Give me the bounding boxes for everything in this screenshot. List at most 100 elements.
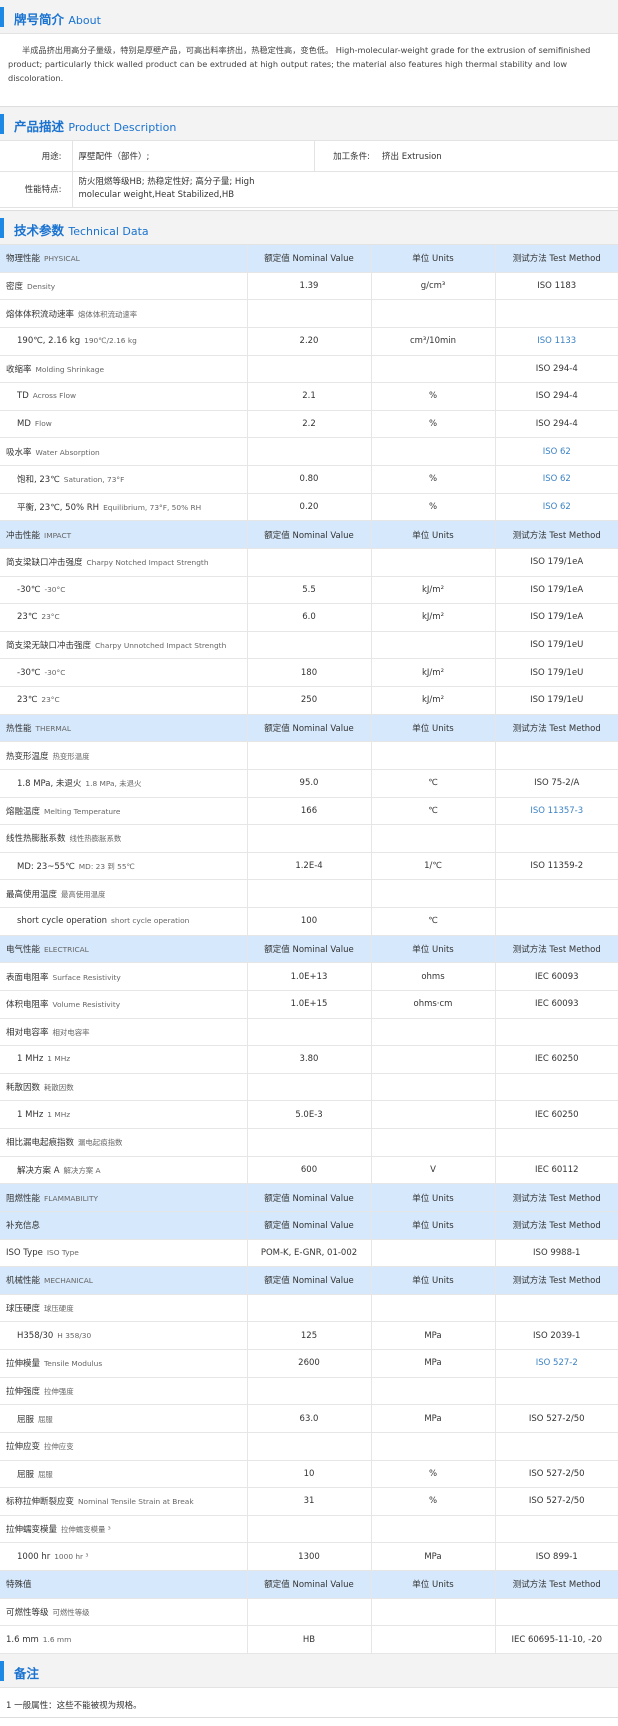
property-name: 吸水率 xyxy=(6,447,32,458)
test-method: IEC 60250 xyxy=(494,1045,618,1074)
nominal-value: 2.2 xyxy=(246,410,371,439)
unit-value: cm³/10min xyxy=(370,327,495,356)
property-name: 冲击性能 xyxy=(6,530,41,541)
test-method[interactable]: ISO 62 xyxy=(494,465,618,494)
test-method xyxy=(494,824,618,853)
test-method xyxy=(494,1128,618,1157)
test-method[interactable]: ISO 1133 xyxy=(494,327,618,356)
nominal-value: HB xyxy=(246,1625,371,1654)
property-name-cell: 1000 hr 1000 hr ³ xyxy=(0,1542,247,1571)
test-method: ISO 179/1eA xyxy=(494,548,618,577)
property-name: 表面电阻率 xyxy=(6,972,49,983)
property-name-en: Charpy Unnotched Impact Strength xyxy=(95,641,227,651)
property-name: 热性能 xyxy=(6,723,32,734)
property-row: TD Across Flow 2.1% ISO 294-4 xyxy=(0,382,618,411)
property-name-cell: 补充信息 xyxy=(0,1211,247,1240)
test-method: ISO 179/1eA xyxy=(494,603,618,632)
unit-value xyxy=(370,741,495,770)
category-header-row: 补充信息 额定值 Nominal Value 单位 Units 测试方法 Test M… xyxy=(0,1211,618,1240)
nominal-value xyxy=(246,1294,371,1323)
test-method: ISO 899-1 xyxy=(494,1542,618,1571)
test-method: 测试方法 Test Method xyxy=(494,714,618,743)
property-row: 表面电阻率 Surface Resistivity 1.0E+13 ohms IEC 6… xyxy=(0,962,618,991)
property-name: 拉伸模量 xyxy=(6,1359,41,1370)
nominal-value xyxy=(246,299,371,328)
nominal-value: 额定值 Nominal Value xyxy=(246,714,371,743)
test-method xyxy=(494,299,618,328)
test-method xyxy=(494,1515,618,1544)
nominal-value xyxy=(246,741,371,770)
property-row: 23℃ 23°C 250 kJ/m² ISO 179/1eU xyxy=(0,686,618,715)
description-table: 用途: 厚壁配件（部件）; 加工条件: 挤出 Extrusion 性能特点: 防… xyxy=(0,141,618,208)
nominal-value: 0.20 xyxy=(246,493,371,522)
test-method: ISO 527-2/50 xyxy=(494,1487,618,1516)
unit-value: MPa xyxy=(370,1321,495,1350)
unit-value xyxy=(370,1073,495,1102)
property-name-en: Nominal Tensile Strain at Break xyxy=(78,1497,194,1507)
test-method xyxy=(494,1073,618,1102)
property-name: 1 MHz xyxy=(17,1054,44,1065)
test-method xyxy=(494,907,618,936)
property-row: 简支梁缺口冲击强度 Charpy Notched Impact Strength I… xyxy=(0,548,618,577)
property-name-cell: 熔融温度 Melting Temperature xyxy=(0,797,247,826)
property-row: 23℃ 23°C 6.0 kJ/m² ISO 179/1eA xyxy=(0,603,618,632)
unit-value: V xyxy=(370,1156,495,1185)
test-method[interactable]: ISO 62 xyxy=(494,493,618,522)
property-name-en: Saturation, 73°F xyxy=(63,475,125,485)
property-name-cell: 电气性能 ELECTRICAL xyxy=(0,935,247,964)
property-name-en: Flow xyxy=(34,419,52,429)
property-name-cell: 190℃, 2.16 kg 190℃/2.16 kg xyxy=(0,327,247,356)
nominal-value xyxy=(246,1515,371,1544)
unit-value xyxy=(370,355,495,384)
description-title-en: Product Description xyxy=(68,121,177,134)
property-name-en: 1.6 mm xyxy=(42,1634,72,1644)
about-title: 牌号简介 About xyxy=(14,9,101,28)
property-name: 最高使用温度 xyxy=(6,889,58,900)
property-name: 190℃, 2.16 kg xyxy=(17,336,81,347)
property-name: 相对电容率 xyxy=(6,1027,49,1038)
notes-section: 备注 1 一般属性：这些不能被视为规格。 xyxy=(0,1653,618,1718)
property-name: 热变形温度 xyxy=(6,751,49,762)
property-name-cell: 23℃ 23°C xyxy=(0,686,247,715)
nominal-value: 额定值 Nominal Value xyxy=(246,1183,371,1212)
property-name-cell: MD Flow xyxy=(0,410,247,439)
property-name-cell: 解决方案 A 解决方案 A xyxy=(0,1156,247,1185)
property-row: 1 MHz 1 MHz 3.80 IEC 60250 xyxy=(0,1045,618,1074)
property-name: 线性热膨胀系数 xyxy=(6,834,66,845)
notes-header: 备注 xyxy=(0,1653,618,1688)
property-name-en: IMPACT xyxy=(44,530,72,540)
property-name: 补充信息 xyxy=(6,1221,41,1232)
test-method: ISO 179/1eU xyxy=(494,631,618,660)
test-method: ISO 294-4 xyxy=(494,355,618,384)
unit-value xyxy=(370,1377,495,1406)
property-name-cell: 简支梁无缺口冲击强度 Charpy Unnotched Impact Streng… xyxy=(0,631,247,660)
nominal-value: 166 xyxy=(246,797,371,826)
technical-title-en: Technical Data xyxy=(68,224,149,238)
property-name-cell: 拉伸强度 拉伸强度 xyxy=(0,1377,247,1406)
feature-label: 性能特点: xyxy=(0,171,72,208)
property-row: 拉伸应变 拉伸应变 xyxy=(0,1432,618,1461)
property-name-cell: 收缩率 Molding Shrinkage xyxy=(0,355,247,384)
test-method[interactable]: ISO 62 xyxy=(494,437,618,466)
test-method xyxy=(494,879,618,908)
property-row: 线性热膨胀系数 线性热膨胀系数 xyxy=(0,824,618,853)
test-method[interactable]: ISO 527-2 xyxy=(494,1349,618,1378)
unit-value: 单位 Units xyxy=(370,714,495,743)
test-method xyxy=(494,1018,618,1047)
unit-value: kJ/m² xyxy=(370,576,495,605)
category-header-row: 热性能 THERMAL 额定值 Nominal Value 单位 Units 测试方法 … xyxy=(0,714,618,743)
property-row: 球压硬度 球压硬度 xyxy=(0,1294,618,1323)
unit-value: % xyxy=(370,1460,495,1489)
test-method: ISO 179/1eU xyxy=(494,658,618,687)
feature-value: 防火阻燃等级HB; 热稳定性好; 高分子量; High molecular we… xyxy=(71,171,314,208)
category-header-row: 特殊值 额定值 Nominal Value 单位 Units 测试方法 Test Me… xyxy=(0,1570,618,1599)
property-name-cell: 熔体体积流动速率 熔体体积流动速率 xyxy=(0,299,247,328)
test-method xyxy=(494,1598,618,1627)
property-name: 简支梁无缺口冲击强度 xyxy=(6,641,92,652)
test-method[interactable]: ISO 11357-3 xyxy=(494,797,618,826)
property-name: 简支梁缺口冲击强度 xyxy=(6,558,83,569)
property-row: 1.8 MPa, 未退火 1.8 MPa, 未退火 95.0 ℃ ISO 75-2/A xyxy=(0,769,618,798)
unit-value: MPa xyxy=(370,1349,495,1378)
property-name-cell: 标称拉伸断裂应变 Nominal Tensile Strain at Break xyxy=(0,1487,247,1516)
test-method: ISO 75-2/A xyxy=(494,769,618,798)
